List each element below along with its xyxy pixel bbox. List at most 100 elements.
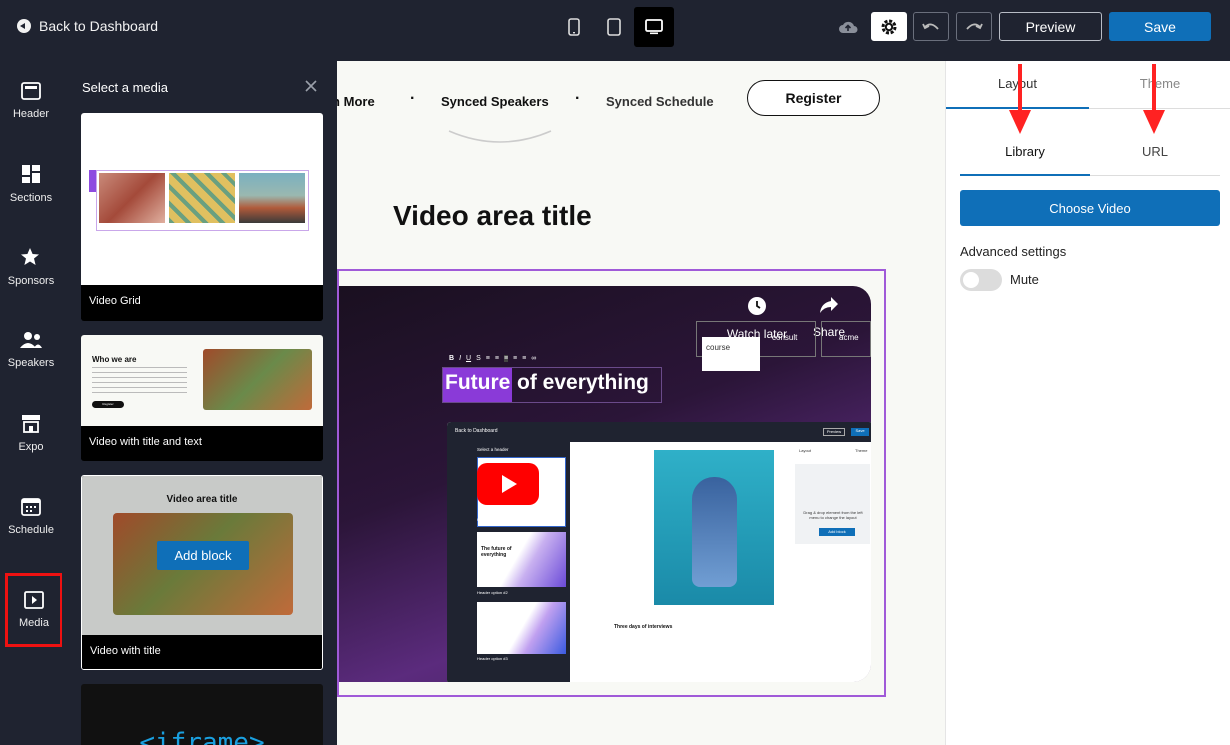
rail-item-speakers[interactable]: Speakers [0,310,62,390]
nav-link[interactable]: rn More [337,94,375,109]
desktop-icon [645,19,663,35]
close-icon[interactable] [304,79,318,93]
back-label: Back to Dashboard [39,18,159,34]
inner-card-caption: Header option #3 [477,656,508,661]
header-icon [21,82,41,100]
schedule-icon [21,498,41,516]
tablet-icon [607,18,621,36]
video-block-selection[interactable]: Watch later Share course consult acme BI… [337,269,886,697]
rail-label: Sections [9,192,53,204]
video-grid-thumbnail [81,113,323,285]
inner-save: Save [851,428,869,436]
youtube-play-button[interactable] [477,463,539,505]
inner-drag-text: Drag & drop element from the left menu t… [803,510,863,520]
media-panel: Select a media Video Grid Who we are Reg… [62,61,337,745]
media-card-caption: Video Grid [81,285,323,319]
nav-link[interactable]: Synced Schedule [606,94,718,109]
expo-icon [22,415,40,433]
speakers-icon [20,332,42,348]
media-icon [24,591,44,609]
mute-label: Mute [1010,272,1039,287]
subtab-library[interactable]: Library [960,144,1090,159]
mobile-view-button[interactable] [554,7,594,47]
inner-add-block: Add block [819,528,855,536]
rail-item-sponsors[interactable]: Sponsors [0,227,62,307]
play-icon [502,475,517,493]
thumb-heading: Video area title [166,494,238,505]
video-player[interactable]: Watch later Share course consult acme BI… [339,286,871,682]
rail-label: Speakers [7,357,55,369]
logo-course: course [702,337,760,371]
nav-separator: · [575,90,581,107]
clock-icon [748,297,766,315]
thumb-button: Register [92,401,124,408]
redo-icon [966,23,983,30]
video-title-text-thumbnail: Who we are Register [81,335,323,426]
rail-label: Media [19,617,49,629]
add-block-button[interactable]: Add block [157,541,249,570]
media-card-caption: Video with title and text [81,426,323,460]
headline-highlight: Future [443,368,513,402]
cloud-upload-button[interactable] [838,12,858,41]
embedded-screenshot: Back to Dashboard Preview Save Select a … [447,422,871,682]
top-bar: Back to Dashboard Preview Save [0,0,1230,61]
video-area-title: Video area title [393,200,592,231]
logo-consult: consult [772,333,798,342]
inner-card-heading: The future of everything [481,546,512,558]
page-canvas: rn More · Synced Speakers · Synced Sched… [337,61,945,745]
rail-label: Sponsors [7,275,55,287]
settings-button[interactable] [871,12,907,41]
rail-label: Header [12,108,50,120]
media-card-video-title-text[interactable]: Who we are Register Video with title and… [81,335,323,461]
properties-panel: Layout Theme Library URL Choose Video Ad… [945,61,1230,745]
logo-acme: acme [839,333,859,342]
subtab-url[interactable]: URL [1090,144,1220,159]
media-card-caption: Video with title [82,635,322,669]
rail-label: Expo [18,441,44,453]
rail-label: Schedule [8,524,54,536]
desktop-view-button[interactable] [634,7,674,47]
save-button[interactable]: Save [1109,12,1211,41]
inner-section-title: Three days of interviews [614,624,673,630]
tablet-view-button[interactable] [594,7,634,47]
iframe-thumbnail-text: <iframe> [139,728,265,745]
mute-toggle[interactable] [960,269,1002,291]
media-card-video-grid[interactable]: Video Grid [81,113,323,321]
text-format-toolbar: B I U S ≡ ≡ ≡ ≡ ≡ ∞ [449,354,537,362]
undo-button[interactable] [913,12,949,41]
headline-box: Future of everything [442,367,662,403]
inner-tab: Layout [799,448,812,453]
nav-link[interactable]: Synced Speakers [441,94,549,109]
annotation-arrow-url [1143,64,1165,134]
subtab-divider [1090,175,1220,176]
share-icon [820,297,838,313]
rail-item-schedule[interactable]: Schedule [0,476,62,556]
inner-card-caption: Header option #1 [477,517,508,522]
headline-rest: of everything [517,371,649,394]
annotation-arrow-library [1009,64,1031,134]
rail-item-header[interactable]: Header [0,61,62,141]
preview-button[interactable]: Preview [999,12,1102,41]
media-panel-title: Select a media [82,80,168,95]
rail-item-expo[interactable]: Expo [0,393,62,473]
nav-separator: · [410,90,416,107]
cloud-upload-icon [839,21,858,33]
media-card-iframe[interactable]: <iframe> [81,684,323,745]
mobile-icon [568,18,580,36]
subtab-library-underline [960,174,1090,176]
inner-preview: Preview [823,428,845,436]
sponsors-icon [21,248,39,265]
back-to-dashboard-link[interactable]: Back to Dashboard [17,18,158,34]
choose-video-button[interactable]: Choose Video [960,190,1220,226]
redo-button[interactable] [956,12,992,41]
decorative-curve [448,130,552,143]
sections-icon [22,165,40,183]
video-title-thumbnail: Video area title Add block [82,476,322,635]
register-button[interactable]: Register [747,80,880,116]
media-card-video-title[interactable]: Video area title Add block Video with ti… [81,475,323,670]
undo-icon [922,23,939,30]
left-rail: Header Sections Sponsors Speakers Expo S… [0,61,63,745]
rail-item-sections[interactable]: Sections [0,144,62,224]
rail-item-media[interactable]: Media [5,573,63,647]
inner-panel-title: Select a header [477,447,509,452]
